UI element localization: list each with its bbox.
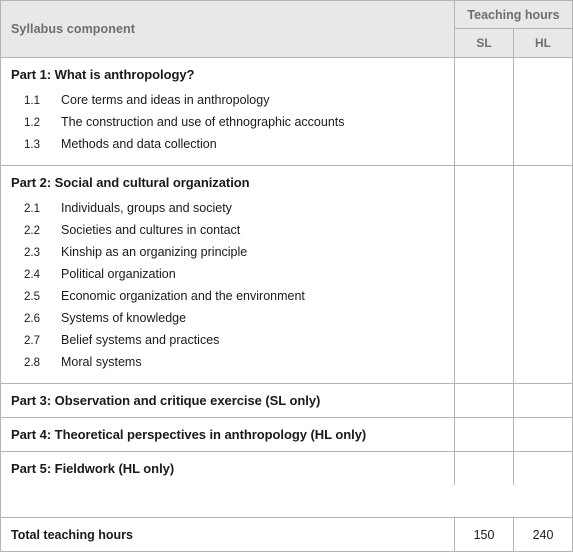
sub-item-number: 2.7 [24, 335, 40, 347]
part-cell: Part 3: Observation and critique exercis… [1, 384, 455, 417]
hours-sl [455, 58, 513, 165]
sub-item-list: 2.1 Individuals, groups and society 2.2 … [1, 198, 454, 383]
table-row: Part 2: Social and cultural organization… [1, 166, 572, 384]
header-cell-hl: HL [513, 29, 572, 57]
hours-hl [513, 452, 572, 485]
sub-item-text: Political organization [61, 267, 176, 281]
sub-item-text: Systems of knowledge [61, 311, 187, 325]
sub-item-number: 1.2 [24, 117, 40, 129]
part-cell: Part 2: Social and cultural organization… [1, 166, 455, 383]
sl-label: SL [476, 36, 492, 50]
hours-sl [455, 384, 513, 417]
table-row: Part 3: Observation and critique exercis… [1, 384, 572, 418]
table-row: Part 4: Theoretical perspectives in anth… [1, 418, 572, 452]
sub-item-number: 2.8 [24, 357, 40, 369]
part-heading: Part 2: Social and cultural organization [11, 175, 250, 190]
list-item: 2.2 Societies and cultures in contact [1, 220, 454, 242]
list-item: 2.5 Economic organization and the enviro… [1, 286, 454, 308]
header-cell-syllabus-component: Syllabus component [1, 1, 455, 57]
total-hours-hl: 240 [513, 518, 572, 551]
sub-item-text: The construction and use of ethnographic… [61, 115, 345, 129]
list-item: 1.1 Core terms and ideas in anthropology [1, 90, 454, 112]
sub-item-number: 2.4 [24, 269, 40, 281]
sub-item-number: 2.2 [24, 225, 40, 237]
list-item: 2.6 Systems of knowledge [1, 308, 454, 330]
header-cell-teaching-hours: Teaching hours [455, 1, 572, 29]
sub-item-number: 1.3 [24, 139, 40, 151]
list-item: 2.8 Moral systems [1, 352, 454, 374]
hours-hl [513, 166, 572, 383]
header-cell-sl: SL [455, 29, 513, 57]
part-cell: Part 4: Theoretical perspectives in anth… [1, 418, 455, 451]
list-item: 2.4 Political organization [1, 264, 454, 286]
part-heading: Part 3: Observation and critique exercis… [11, 393, 321, 408]
sub-item-number: 1.1 [24, 95, 40, 107]
hours-hl [513, 418, 572, 451]
hours-sl [455, 166, 513, 383]
sub-item-list: 1.1 Core terms and ideas in anthropology… [1, 90, 454, 165]
list-item: 1.2 The construction and use of ethnogra… [1, 112, 454, 134]
table-row: Part 1: What is anthropology? 1.1 Core t… [1, 58, 572, 166]
part-heading: Part 1: What is anthropology? [11, 67, 195, 82]
header-sl-hl-row: SL HL [455, 29, 572, 57]
sub-item-number: 2.5 [24, 291, 40, 303]
sub-item-text: Economic organization and the environmen… [61, 289, 305, 303]
teaching-hours-label: Teaching hours [467, 7, 560, 22]
hours-sl [455, 418, 513, 451]
part-heading: Part 5: Fieldwork (HL only) [11, 461, 175, 476]
hours-cell-group [455, 418, 572, 451]
hours-sl [455, 452, 513, 485]
sub-item-text: Core terms and ideas in anthropology [61, 93, 270, 107]
list-item: 2.3 Kinship as an organizing principle [1, 242, 454, 264]
table-header: Syllabus component Teaching hours SL HL [1, 1, 572, 58]
sub-item-text: Moral systems [61, 355, 142, 369]
hours-cell-group [455, 384, 572, 417]
table-body: Part 1: What is anthropology? 1.1 Core t… [1, 58, 572, 517]
sub-item-number: 2.1 [24, 203, 40, 215]
syllabus-table: Syllabus component Teaching hours SL HL … [0, 0, 573, 552]
sub-item-number: 2.6 [24, 313, 40, 325]
part-heading: Part 4: Theoretical perspectives in anth… [11, 427, 367, 442]
sub-item-text: Methods and data collection [61, 137, 217, 151]
list-item: 2.1 Individuals, groups and society [1, 198, 454, 220]
list-item: 2.7 Belief systems and practices [1, 330, 454, 352]
total-hours-sl: 150 [473, 527, 495, 542]
hours-hl [513, 58, 572, 165]
hours-cell-group [455, 166, 572, 383]
hours-cell-group [455, 452, 572, 485]
sub-item-text: Individuals, groups and society [61, 201, 232, 215]
total-hours-group: 150 240 [455, 518, 572, 551]
hours-cell-group [455, 58, 572, 165]
total-label-cell: Total teaching hours [1, 518, 455, 551]
sub-item-number: 2.3 [24, 247, 40, 259]
part-cell: Part 1: What is anthropology? 1.1 Core t… [1, 58, 455, 165]
list-item: 1.3 Methods and data collection [1, 134, 454, 156]
sub-item-text: Belief systems and practices [61, 333, 220, 347]
part-cell: Part 5: Fieldwork (HL only) [1, 452, 455, 485]
total-teaching-hours-label: Total teaching hours [11, 527, 133, 542]
sub-item-text: Societies and cultures in contact [61, 223, 241, 237]
header-teaching-hours-group: Teaching hours SL HL [455, 1, 572, 57]
syllabus-component-label: Syllabus component [11, 22, 136, 36]
sub-item-text: Kinship as an organizing principle [61, 245, 248, 259]
total-teaching-hours-row: Total teaching hours 150 240 [1, 517, 572, 551]
hl-label: HL [535, 36, 551, 50]
table-row: Part 5: Fieldwork (HL only) [1, 452, 572, 485]
hours-hl [513, 384, 572, 417]
